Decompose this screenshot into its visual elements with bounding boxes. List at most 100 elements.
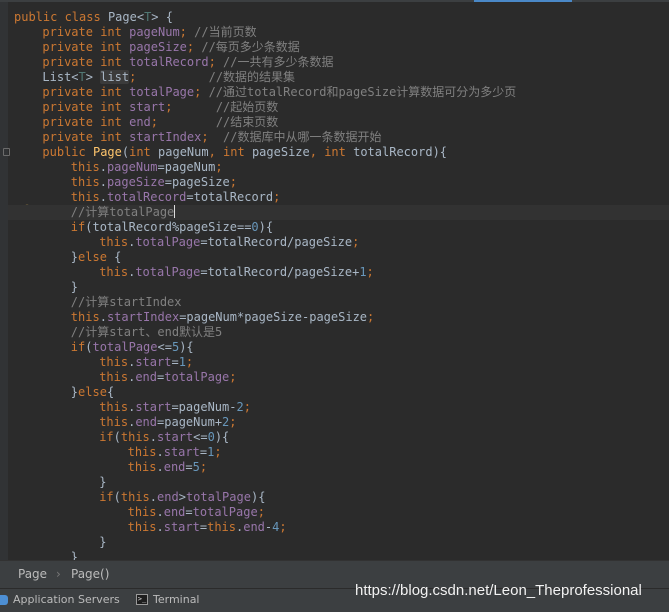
code-token: totalPage [92,340,158,354]
code-token: else [78,385,107,399]
code-line[interactable]: private int totalRecord; //一共有多少条数据 [14,55,333,70]
code-line[interactable]: this.end=5; [14,460,208,475]
code-token: int [129,145,159,159]
code-editor[interactable]: public class Page<T> {private int pageNu… [8,2,669,560]
code-token: ; [367,310,375,324]
code-line[interactable]: this.totalPage=totalRecord/pageSize; [14,235,359,250]
code-token: if [99,430,114,444]
code-token: pageNum [158,145,209,159]
code-line[interactable]: this.end=totalPage; [14,505,265,520]
code-token: totalRecord [129,55,209,69]
code-line[interactable]: //计算totalPage [8,205,669,220]
code-token: this [207,520,236,534]
code-token: = [199,520,208,534]
code-token: startIndex [129,130,202,144]
code-line[interactable]: if(totalRecord%pageSize==0){ [14,220,273,235]
code-token: public [14,10,65,24]
code-token: ; [214,445,222,459]
code-token: ; [229,415,237,429]
code-line[interactable]: this.end=pageNum+2; [14,415,237,430]
code-line[interactable]: if(totalPage<=5){ [14,340,194,355]
code-token: =pageNum [157,160,216,174]
code-token: private int [42,100,130,114]
code-token: if [99,490,114,504]
breadcrumb-item-constructor[interactable]: Page() [71,567,109,581]
code-line[interactable]: this.end=totalPage; [14,370,237,385]
code-line[interactable]: } [14,475,106,490]
code-token: ; [273,190,281,204]
code-token: this [99,235,129,249]
code-line[interactable]: public Page(int pageNum, int pageSize, i… [14,145,447,160]
code-line[interactable]: private int startIndex; //数据库中从哪一条数据开始 [14,130,381,145]
code-token: Page< [107,10,145,24]
code-line[interactable]: private int pageSize; //每页多少条数据 [14,40,299,55]
code-line[interactable]: } [14,280,78,295]
code-line[interactable]: this.start=pageNum-2; [14,400,251,415]
code-token: private int [42,130,130,144]
code-token: > [85,70,101,84]
code-line[interactable]: private int end; //结束页数 [14,115,278,130]
code-line[interactable]: //计算startIndex [14,295,182,310]
code-token: List< [42,70,79,84]
code-line[interactable]: private int totalPage; //通过totalRecord和p… [14,85,516,100]
code-token: ){ [258,220,274,234]
code-token: start [135,355,172,369]
code-token: . [156,445,164,459]
code-line[interactable]: }else { [14,250,122,265]
code-token: . [99,160,107,174]
editor-gutter [0,2,8,560]
app-servers-label: Application Servers [13,593,120,606]
code-token: pageNum [129,25,180,39]
code-line[interactable]: this.pageSize=pageSize; [14,175,237,190]
code-line[interactable]: }else{ [14,385,114,400]
code-line[interactable]: this.pageNum=pageNum; [14,160,223,175]
code-line[interactable]: List<T> list; //数据的结果集 [14,70,295,85]
code-token: else [78,250,115,264]
app-servers-icon [0,595,8,605]
code-token: <= [157,340,172,354]
code-token: ; [208,55,224,69]
code-token: totalPage [135,265,201,279]
code-line[interactable]: if(this.end>totalPage){ [14,490,265,505]
code-token: =pageNum+ [157,415,223,429]
code-line[interactable]: this.start=1; [14,355,193,370]
app-servers-tool-button[interactable]: Application Servers [0,589,128,612]
code-line[interactable]: //计算start、end默认是5 [14,325,222,340]
code-token: totalRecord){ [353,145,448,159]
code-token: end [243,520,265,534]
code-line[interactable]: private int pageNum; //当前页数 [14,25,256,40]
code-token: = [199,445,208,459]
code-token: > { [151,10,173,24]
code-line[interactable]: this.startIndex=pageNum*pageSize-pageSiz… [14,310,374,325]
terminal-tool-button[interactable]: >_ Terminal [136,589,216,612]
code-line[interactable]: this.start=this.end-4; [14,520,287,535]
code-token: this [99,370,129,384]
code-line[interactable]: this.totalPage=totalRecord/pageSize+1; [14,265,374,280]
code-line[interactable]: this.totalRecord=totalRecord; [14,190,281,205]
code-token: this [120,430,150,444]
code-token: this [70,190,100,204]
code-token: totalPage [164,370,230,384]
code-token: //数据库中从哪一条数据开始 [223,130,382,144]
code-line[interactable]: } [14,535,106,550]
code-line[interactable]: private int start; //起始页数 [14,100,278,115]
code-token: this [99,400,129,414]
code-line[interactable]: public class Page<T> { [14,10,173,25]
code-token: 5 [192,460,200,474]
code-token: end [135,370,158,384]
breadcrumb-item-class[interactable]: Page [18,567,47,581]
code-token: end [163,505,186,519]
code-token: ; [229,370,237,384]
code-token: =totalRecord/pageSize [200,235,353,249]
code-line[interactable]: if(this.start<=0){ [14,430,229,445]
code-line[interactable]: } [14,550,78,560]
code-token: = [185,505,193,519]
code-token: ; [257,505,265,519]
code-token: ){ [179,340,194,354]
code-token: start [129,100,166,114]
code-line[interactable]: this.start=1; [14,445,222,460]
code-token: . [156,505,164,519]
code-token: this [99,265,129,279]
code-token: ; [179,25,195,39]
